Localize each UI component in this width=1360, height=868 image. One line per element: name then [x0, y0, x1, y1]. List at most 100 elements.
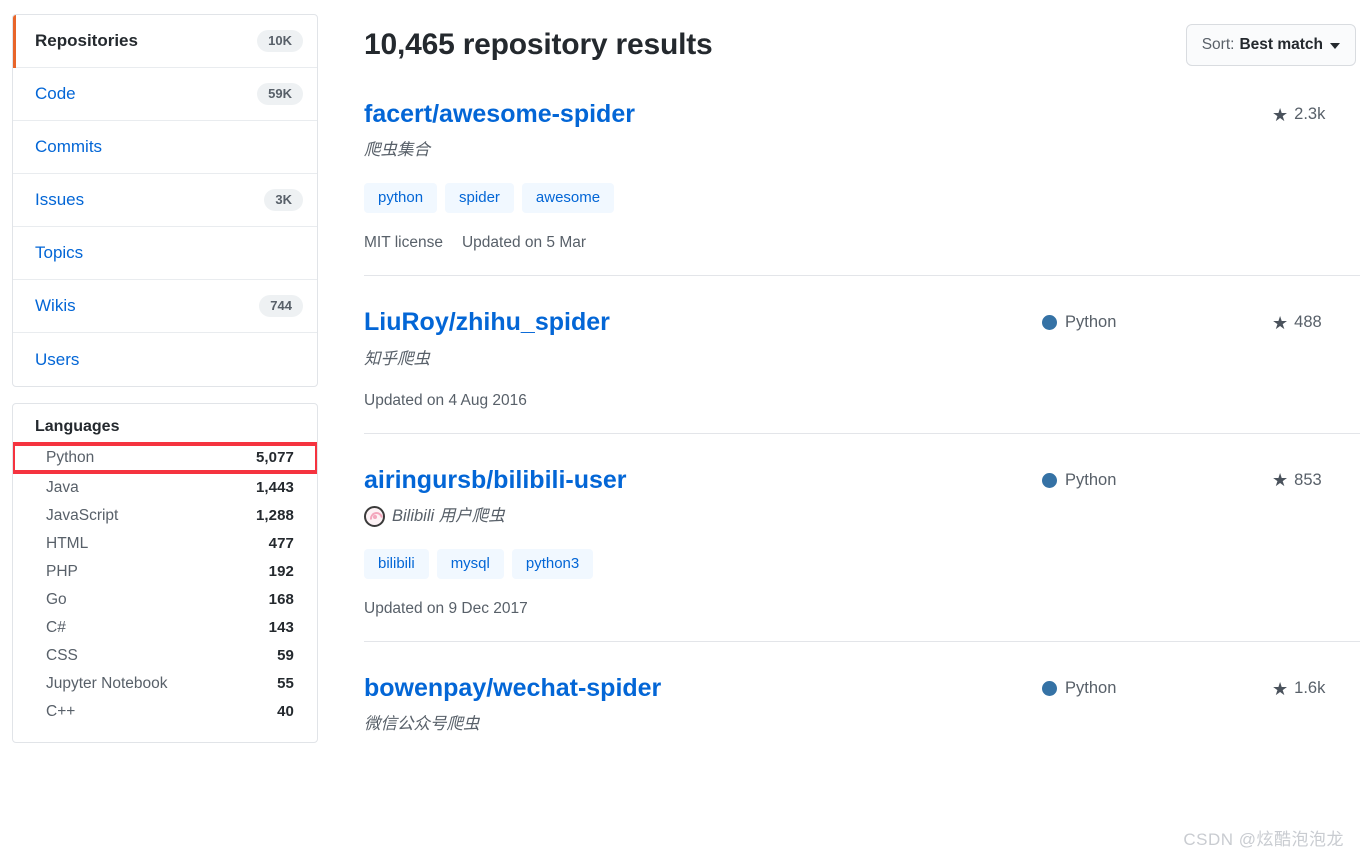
sidebar-item-topics[interactable]: Topics [13, 227, 317, 280]
language-count: 40 [277, 703, 294, 720]
repository-description-text: 爬虫集合 [364, 141, 430, 160]
repository-link[interactable]: LiuRoy/zhihu_spider [364, 307, 610, 338]
language-name: Java [46, 479, 79, 496]
sidebar-item-commits[interactable]: Commits [13, 121, 317, 174]
language-count: 59 [277, 647, 294, 664]
language-count: 477 [268, 535, 294, 552]
repository-description: 微信公众号爬虫 [364, 713, 1026, 736]
language-filter-c[interactable]: C++ 40 [13, 698, 317, 726]
result-top-row: facert/awesome-spider 爬虫集合 ★ 2.3k [364, 99, 1356, 162]
sidebar-item-users[interactable]: Users [13, 333, 317, 386]
sidebar-item-counter: 59K [257, 83, 303, 105]
topic-tag[interactable]: awesome [521, 183, 615, 214]
star-count-value: 488 [1294, 313, 1322, 332]
sidebar-item-label: Code [35, 84, 76, 103]
language-name: Jupyter Notebook [46, 675, 168, 692]
topic-tag[interactable]: bilibili [364, 549, 429, 580]
star-count-value: 1.6k [1294, 679, 1326, 698]
results-header: 10,465 repository results Sort: Best mat… [364, 14, 1360, 66]
language-name: Go [46, 591, 67, 608]
result-meta-right: ★ 2.3k [1042, 99, 1356, 124]
topic-tag[interactable]: python [364, 183, 438, 214]
language-filter-c[interactable]: C# 143 [13, 614, 317, 642]
repository-link[interactable]: bowenpay/wechat-spider [364, 673, 661, 704]
result-meta-right: Python ★ 1.6k [1042, 673, 1356, 698]
language-name: CSS [46, 647, 78, 664]
sidebar-item-label: Issues [35, 190, 85, 209]
language-filter-jupyter-notebook[interactable]: Jupyter Notebook 55 [13, 670, 317, 698]
star-icon: ★ [1272, 678, 1289, 699]
sidebar-item-code[interactable]: Code 59K [13, 68, 317, 121]
repository-result: facert/awesome-spider 爬虫集合 ★ 2.3k python spid… [364, 99, 1360, 277]
language-filter-css[interactable]: CSS 59 [13, 642, 317, 670]
repository-result: LiuRoy/zhihu_spider 知乎爬虫 Python ★ 488 Updated… [364, 276, 1360, 434]
topic-tag-list: bilibili mysql python3 [364, 549, 1356, 580]
repository-result: airingursb/bilibili-user Bilibili 用户爬虫 Pyt… [364, 434, 1360, 643]
updated-timestamp: Updated on 9 Dec 2017 [364, 600, 528, 618]
result-top-row: bowenpay/wechat-spider 微信公众号爬虫 Python ★ 1.6k [364, 673, 1356, 736]
stargazers-count[interactable]: ★ 1.6k [1272, 679, 1356, 698]
sidebar-item-repositories[interactable]: Repositories 10K [13, 15, 317, 68]
result-main: airingursb/bilibili-user Bilibili 用户爬虫 [364, 465, 1026, 528]
language-filter-python[interactable]: Python 5,077 [13, 442, 317, 474]
languages-panel-title: Languages [35, 418, 120, 435]
results-main-column: 10,465 repository results Sort: Best mat… [330, 0, 1360, 759]
sidebar-item-counter: 744 [259, 295, 303, 317]
language-color-dot-icon [1042, 315, 1057, 331]
repository-description-text: Bilibili 用户爬虫 [392, 506, 505, 525]
repository-link[interactable]: facert/awesome-spider [364, 99, 635, 130]
language-filter-javascript[interactable]: JavaScript 1,288 [13, 502, 317, 530]
repository-result: bowenpay/wechat-spider 微信公众号爬虫 Python ★ 1.6k [364, 642, 1360, 759]
stargazers-count[interactable]: ★ 2.3k [1272, 105, 1356, 124]
star-count-value: 853 [1294, 470, 1322, 489]
topic-tag[interactable]: python3 [511, 549, 594, 580]
star-icon: ★ [1272, 312, 1289, 333]
star-icon: ★ [1272, 104, 1289, 125]
sidebar-item-label: Repositories [35, 31, 138, 50]
result-footer: Updated on 9 Dec 2017 [364, 600, 1356, 618]
stargazers-count[interactable]: ★ 853 [1272, 471, 1356, 490]
sort-label: Sort: [1201, 36, 1235, 53]
star-count-value: 2.3k [1294, 105, 1326, 123]
language-color-dot-icon [1042, 681, 1057, 697]
repository-description-text: 知乎爬虫 [364, 349, 430, 368]
result-main: LiuRoy/zhihu_spider 知乎爬虫 [364, 307, 1026, 370]
topic-tag[interactable]: spider [445, 183, 514, 214]
language-filter-go[interactable]: Go 168 [13, 586, 317, 614]
license-label: MIT license [364, 234, 443, 252]
repository-link[interactable]: airingursb/bilibili-user [364, 465, 627, 496]
result-main: facert/awesome-spider 爬虫集合 [364, 99, 1026, 162]
updated-timestamp: Updated on 5 Mar [461, 234, 587, 252]
repository-description: 知乎爬虫 [364, 348, 1026, 371]
narutomaki-icon [364, 505, 385, 527]
repository-language: Python [1042, 313, 1272, 332]
language-label: Python [1065, 679, 1117, 698]
repository-description: Bilibili 用户爬虫 [364, 505, 1026, 528]
language-name: JavaScript [46, 507, 119, 524]
sort-dropdown-button[interactable]: Sort: Best match [1185, 24, 1356, 66]
result-meta-right: Python ★ 488 [1042, 307, 1356, 332]
star-icon: ★ [1272, 470, 1289, 491]
repository-language: Python [1042, 679, 1272, 698]
language-filter-html[interactable]: HTML 477 [13, 530, 317, 558]
stargazers-count[interactable]: ★ 488 [1272, 313, 1356, 332]
search-type-nav: Repositories 10K Code 59K Commits Issues 3K Top… [12, 14, 318, 387]
topic-tag[interactable]: mysql [436, 549, 504, 580]
language-filter-php[interactable]: PHP 192 [13, 558, 317, 586]
page-title: 10,465 repository results [364, 28, 713, 61]
sidebar-item-wikis[interactable]: Wikis 744 [13, 280, 317, 333]
sidebar-item-label: Topics [35, 243, 84, 262]
result-footer: MIT license Updated on 5 Mar [364, 234, 1356, 252]
search-results-page: Repositories 10K Code 59K Commits Issues 3K Top… [0, 0, 1360, 868]
sidebar-item-label: Commits [35, 137, 103, 156]
language-name: Python [46, 449, 95, 466]
language-count: 55 [277, 675, 294, 692]
sidebar-item-issues[interactable]: Issues 3K [13, 174, 317, 227]
topic-tag-list: python spider awesome [364, 183, 1356, 214]
language-color-dot-icon [1042, 472, 1057, 488]
language-count: 168 [268, 591, 294, 608]
language-name: C++ [46, 703, 76, 720]
language-count: 5,077 [255, 449, 294, 466]
language-count: 1,443 [255, 479, 294, 496]
language-filter-java[interactable]: Java 1,443 [13, 474, 317, 502]
